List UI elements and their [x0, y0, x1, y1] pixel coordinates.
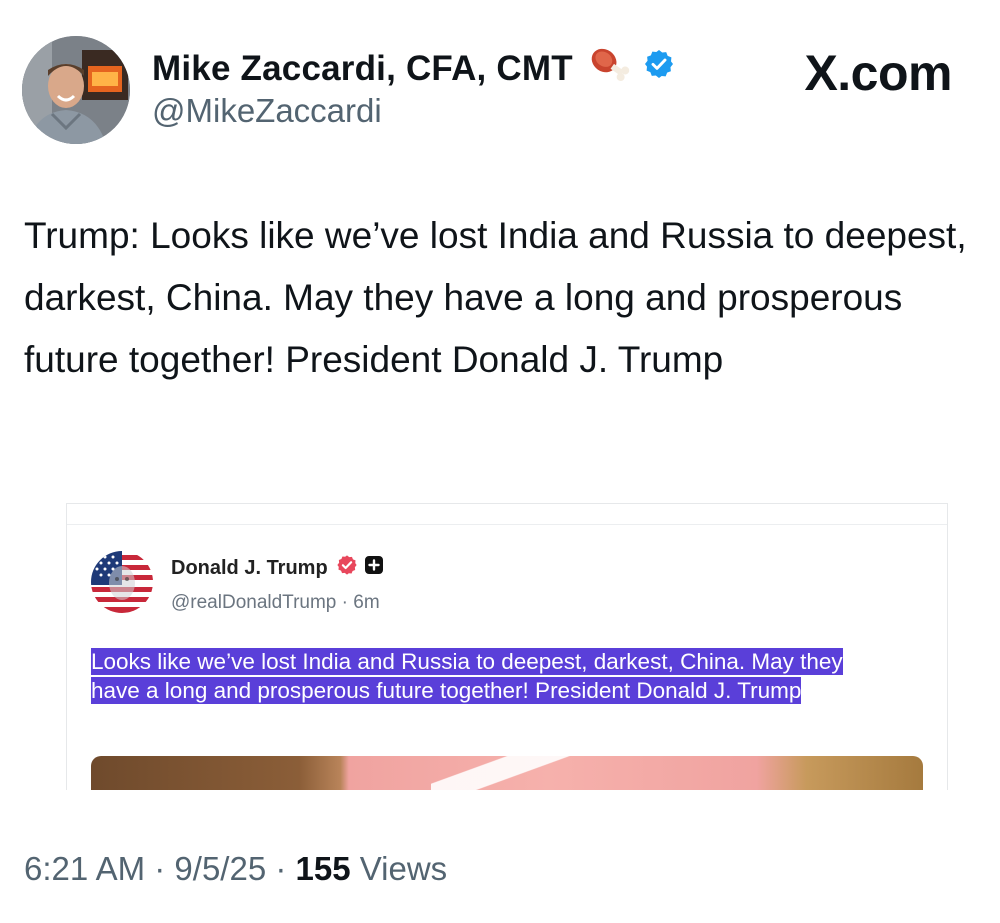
separator-dot: · [275, 850, 296, 887]
selected-text-highlight: Looks like we’ve lost India and Russia t… [91, 648, 843, 704]
verified-badge-icon [336, 554, 358, 582]
author-display-name-row[interactable]: Mike Zaccardi, CFA, CMT [152, 44, 675, 93]
image-stripe [431, 756, 571, 790]
verified-badge-icon [643, 48, 675, 89]
separator-dot: · [341, 592, 354, 613]
embedded-author-handle-row: @realDonaldTrump · 6m [171, 592, 380, 614]
tweet-meta: 6:21 AM · 9/5/25 · 155 Views [24, 850, 447, 888]
author-avatar[interactable] [22, 36, 130, 144]
x-com-brand-logo: X.com [804, 45, 952, 101]
tweet-text: Trump: Looks like we’ve lost India and R… [24, 215, 967, 380]
embedded-post-time: 6m [353, 592, 380, 613]
author-handle[interactable]: @MikeZaccardi [152, 92, 382, 130]
meat-on-bone-icon [587, 44, 631, 93]
divider [67, 524, 947, 525]
author-display-name[interactable]: Mike Zaccardi, CFA, CMT [152, 49, 573, 89]
tweet-time[interactable]: 6:21 AM [24, 850, 145, 887]
views-count: 155 [295, 850, 351, 887]
tweet-date[interactable]: 9/5/25 [174, 850, 266, 887]
embedded-post-text: Looks like we’ve lost India and Russia t… [91, 647, 891, 705]
embedded-post-image [91, 756, 923, 790]
plus-square-icon [364, 555, 384, 581]
separator-dot: · [154, 850, 175, 887]
embedded-author-name: Donald J. Trump [171, 556, 328, 579]
embedded-author-avatar [91, 551, 153, 613]
embedded-author-name-row: Donald J. Trump [171, 554, 384, 582]
views-label: Views [359, 850, 448, 887]
embedded-author-handle: @realDonaldTrump [171, 592, 337, 613]
embedded-post-screenshot[interactable]: Donald J. Trump @realDonaldTrump · 6m Lo… [66, 503, 948, 790]
